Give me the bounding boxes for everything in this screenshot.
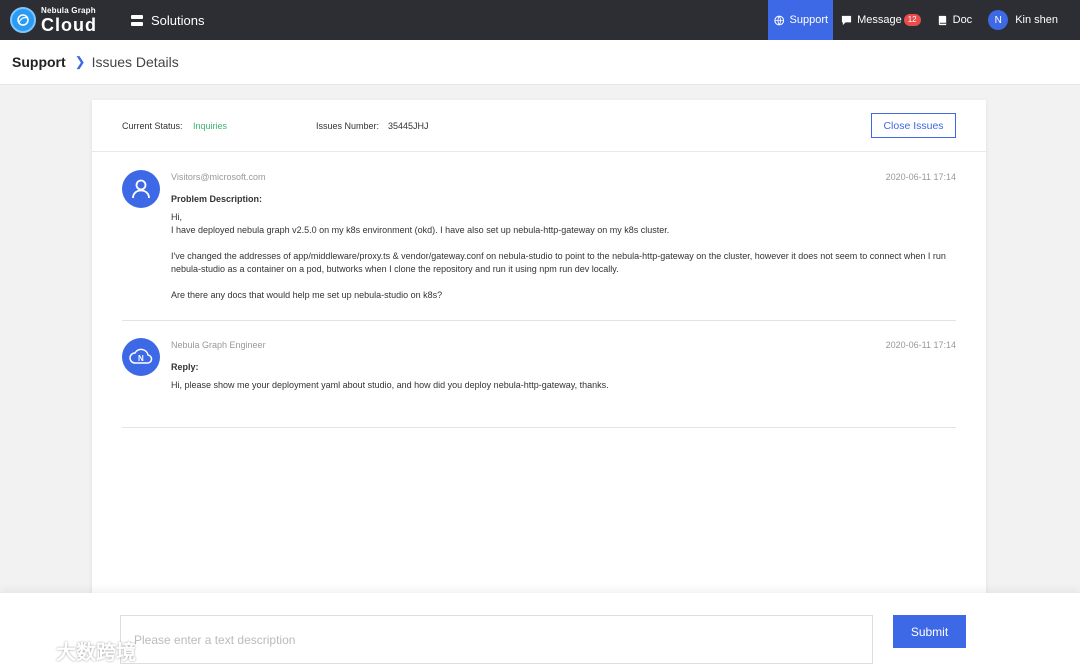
watermark: 大数跨境 (8, 636, 136, 665)
message-line: I have deployed nebula graph v2.5.0 on m… (171, 225, 670, 235)
server-icon (131, 14, 143, 26)
message-author: Nebula Graph Engineer (171, 340, 266, 350)
nav-support-label: Support (789, 14, 829, 26)
svg-text:N: N (138, 354, 144, 363)
globe-icon (774, 15, 785, 25)
top-navbar: Nebula Graph Cloud Solutions Support Mes… (0, 0, 1080, 40)
issue-number-value: 35445JHJ (388, 121, 429, 131)
brand-subtitle: Nebula Graph (41, 5, 96, 15)
user-name: Kin shen (1015, 14, 1058, 26)
nav-doc-label: Doc (952, 14, 973, 26)
user-menu[interactable]: N Kin shen (980, 0, 1080, 40)
message-title: Reply: (171, 362, 199, 372)
engineer-avatar-icon: N (122, 338, 160, 376)
message-line: Hi, please show me your deployment yaml … (171, 380, 609, 390)
issue-card: Current Status: Inquiries Issues Number:… (92, 100, 986, 600)
brand-title: Cloud (41, 14, 97, 35)
message-timestamp: 2020-06-11 17:14 (885, 340, 956, 350)
breadcrumb-support[interactable]: Support (12, 54, 66, 70)
reply-composer: Submit (0, 593, 1080, 670)
message-line: Hi, (171, 212, 182, 222)
nav-support[interactable]: Support (768, 0, 834, 40)
issue-number-label: Issues Number: (316, 121, 380, 131)
message-timestamp: 2020-06-11 17:14 (885, 172, 956, 182)
watermark-logo-icon (9, 642, 43, 657)
reply-input[interactable] (120, 615, 873, 664)
breadcrumb-current: Issues Details (91, 54, 179, 70)
nav-solutions[interactable]: Solutions (131, 0, 204, 40)
status-label: Current Status: (122, 121, 183, 131)
nav-message-label: Message (857, 14, 902, 26)
watermark-text: 大数跨境 (56, 642, 136, 664)
message-item: N Nebula Graph Engineer 2020-06-11 17:14… (122, 336, 956, 428)
message-line: I've changed the addresses of app/middle… (171, 251, 946, 274)
submit-button[interactable]: Submit (893, 615, 966, 648)
brand-logo[interactable]: Nebula Graph Cloud (10, 4, 97, 36)
message-body: Hi, I have deployed nebula graph v2.5.0 … (171, 211, 951, 315)
breadcrumb: Support ❯ Issues Details (0, 40, 1080, 85)
nav-solutions-label: Solutions (151, 12, 205, 28)
user-avatar-icon (122, 170, 160, 208)
nav-message[interactable]: Message 12 (833, 0, 929, 40)
message-body: Hi, please show me your deployment yaml … (171, 379, 951, 392)
chevron-right-icon: ❯ (74, 54, 86, 69)
nav-doc[interactable]: Doc (929, 0, 981, 40)
message-line: Are there any docs that would help me se… (171, 290, 443, 300)
book-icon (938, 15, 946, 25)
message-author: Visitors@microsoft.com (171, 172, 266, 182)
message-count-badge: 12 (903, 14, 921, 26)
status-value: Inquiries (193, 121, 228, 131)
issue-header: Current Status: Inquiries Issues Number:… (92, 100, 986, 152)
message-title: Problem Description: (171, 194, 263, 204)
chat-icon (841, 15, 852, 25)
message-item: Visitors@microsoft.com 2020-06-11 17:14 … (122, 168, 956, 321)
user-avatar: N (988, 10, 1009, 30)
nebula-logo-icon (10, 7, 36, 33)
close-issues-button[interactable]: Close Issues (871, 113, 956, 138)
